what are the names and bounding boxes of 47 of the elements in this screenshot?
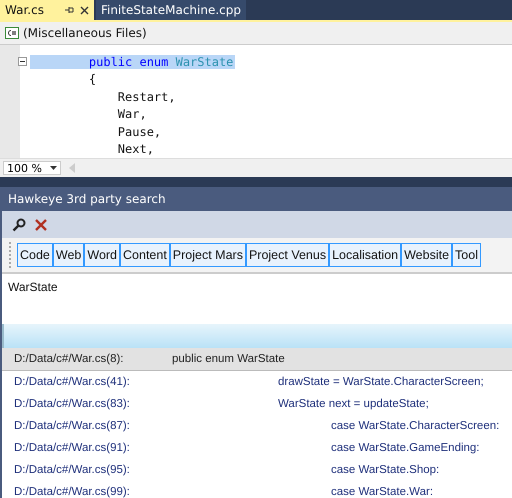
result-row[interactable]: D:/Data/c#/War.cs(99): case WarState.War: bbox=[2, 481, 512, 498]
result-location: D:/Data/c#/War.cs(95): bbox=[14, 464, 131, 476]
result-code: public enum WarState bbox=[172, 353, 285, 365]
result-location: D:/Data/c#/War.cs(91): bbox=[14, 442, 131, 454]
result-location: D:/Data/c#/War.cs(87): bbox=[14, 420, 131, 432]
result-location: D:/Data/c#/War.cs(83): bbox=[14, 398, 131, 410]
result-code: case WarState.War: bbox=[330, 486, 434, 498]
result-code: case WarState.CharacterScreen: bbox=[330, 420, 500, 432]
cancel-icon[interactable] bbox=[34, 218, 48, 232]
filter-button[interactable]: Content bbox=[120, 243, 170, 267]
code-line: Restart, bbox=[116, 90, 176, 104]
result-row[interactable]: D:/Data/c#/War.cs(95): case WarState.Shop: bbox=[2, 459, 512, 481]
result-location: D:/Data/c#/War.cs(8): bbox=[14, 353, 124, 365]
filter-button[interactable]: Website bbox=[401, 243, 452, 267]
code-line: Pause, bbox=[116, 124, 162, 139]
result-row[interactable]: D:/Data/c#/War.cs(91): case WarState.GameEnding: bbox=[2, 437, 512, 459]
collapse-icon[interactable] bbox=[18, 57, 27, 66]
pin-icon[interactable] bbox=[64, 5, 74, 15]
document-tab[interactable]: War.cs bbox=[0, 0, 94, 20]
result-row[interactable]: D:/Data/c#/War.cs(83): WarState next = updateState; bbox=[2, 393, 512, 415]
result-code: WarState next = updateState; bbox=[277, 398, 429, 410]
code-line: War, bbox=[116, 107, 147, 122]
filter-button[interactable]: Project Venus bbox=[246, 243, 330, 267]
search-icon[interactable] bbox=[12, 218, 26, 232]
result-code: drawState = WarState.CharacterScreen; bbox=[277, 376, 484, 388]
filter-button[interactable]: Tool bbox=[452, 243, 481, 267]
document-tab[interactable]: FiniteStateMachine.cpp bbox=[96, 0, 246, 20]
result-row[interactable]: D:/Data/c#/War.cs(8): public enum WarState bbox=[2, 348, 512, 371]
result-code: case WarState.Shop: bbox=[330, 464, 440, 476]
filter-button[interactable]: Localisation bbox=[329, 243, 402, 267]
close-icon[interactable] bbox=[80, 6, 89, 14]
search-field[interactable]: WarState bbox=[2, 274, 512, 324]
zoom-dropdown[interactable]: 100 % bbox=[3, 161, 61, 175]
code-line: { bbox=[88, 72, 96, 86]
filter-button[interactable]: Web bbox=[52, 243, 84, 267]
filter-button[interactable]: Project Mars bbox=[170, 243, 246, 267]
result-row[interactable]: D:/Data/c#/War.cs(41): drawState = WarState.CharacterScreen; bbox=[2, 371, 512, 393]
result-code: case WarState.GameEnding: bbox=[330, 442, 480, 454]
filter-button[interactable]: Word bbox=[84, 243, 120, 267]
csharp-file-icon bbox=[5, 27, 19, 39]
code-line: Next, bbox=[116, 142, 154, 156]
filter-button[interactable]: Code bbox=[17, 243, 53, 267]
result-location: D:/Data/c#/War.cs(41): bbox=[14, 376, 131, 388]
result-row[interactable]: D:/Data/c#/War.cs(87): case WarState.CharacterScreen: bbox=[2, 415, 512, 437]
panel-title: Hawkeye 3rd party search bbox=[2, 187, 512, 211]
caret-icon bbox=[50, 166, 57, 170]
result-location: D:/Data/c#/War.cs(99): bbox=[14, 486, 131, 498]
